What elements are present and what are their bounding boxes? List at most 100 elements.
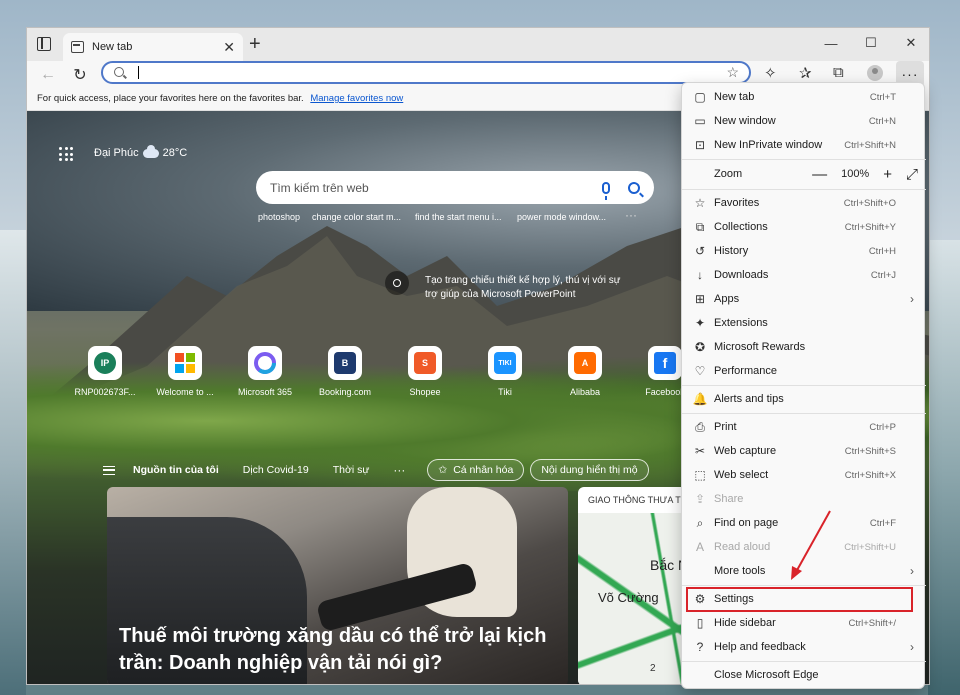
refresh-button[interactable]: ↻ (67, 63, 93, 87)
menu-item-shortcut: Ctrl+H (868, 245, 896, 257)
content-visible-button[interactable]: Nội dung hiển thị mộ (530, 459, 649, 481)
zoom-in-button[interactable]: + (883, 166, 892, 183)
search-submit-icon[interactable] (628, 181, 640, 194)
menu-item-shortcut: Ctrl+Shift+X (844, 469, 896, 481)
menu-item-hide-sidebar[interactable]: ▯ Hide sidebar Ctrl+Shift+/ (682, 611, 926, 635)
booking-icon: B (334, 352, 356, 374)
menu-item-label: New tab (714, 91, 755, 103)
menu-item-new-inprivate-window[interactable]: ⊡ New InPrivate window Ctrl+Shift+N (682, 133, 926, 157)
weather-widget[interactable]: Đại Phúc 28°C (94, 144, 187, 159)
microsoft-365-icon (254, 352, 276, 374)
apps-launcher-icon[interactable] (59, 147, 73, 161)
menu-item-help-and-feedback[interactable]: ? Help and feedback › (682, 635, 926, 659)
promo-text[interactable]: Tạo trang chiếu thiết kế hợp lý, thú vị … (425, 274, 625, 302)
menu-item-downloads[interactable]: ↓ Downloads Ctrl+J (682, 263, 926, 287)
web-search-box[interactable]: Tìm kiếm trên web (256, 171, 654, 204)
quick-link[interactable]: TIKI Tiki (465, 346, 545, 397)
extensions-icon[interactable]: ✧ (764, 64, 777, 82)
menu-item-web-select[interactable]: ⬚ Web select Ctrl+Shift+X (682, 463, 926, 487)
cloud-icon (142, 144, 159, 158)
quick-link[interactable]: A Alibaba (545, 346, 625, 397)
quick-link[interactable]: IP RNP002673F... (65, 346, 145, 397)
personalize-button[interactable]: ✩ Cá nhân hóa (427, 459, 525, 481)
menu-item-label: Downloads (714, 269, 769, 281)
menu-item-performance[interactable]: ♡ Performance (682, 359, 926, 383)
minimize-button[interactable]: — (811, 28, 851, 58)
apps-icon: ⊞ (694, 292, 706, 306)
menu-item-new-window[interactable]: ▭ New window Ctrl+N (682, 109, 926, 133)
tab-new-tab[interactable]: New tab ✕ (63, 33, 243, 61)
maximize-button[interactable]: ☐ (851, 28, 891, 58)
menu-item-label: Hide sidebar (714, 617, 776, 629)
zoom-spacer-icon (692, 166, 708, 182)
quick-link[interactable]: S Shopee (385, 346, 465, 397)
tab-actions-icon[interactable] (37, 37, 51, 51)
newtab-favicon-icon (71, 41, 84, 53)
collections-icon[interactable]: ⧉ (833, 64, 844, 81)
menu-item-extensions[interactable]: ✦ Extensions (682, 311, 926, 335)
manage-favorites-link[interactable]: Manage favorites now (310, 93, 403, 104)
history-icon: ↺ (694, 244, 706, 258)
menu-item-print[interactable]: ⎙ Print Ctrl+P (682, 415, 926, 439)
profile-avatar[interactable] (867, 65, 883, 81)
menu-item-apps[interactable]: ⊞ Apps › (682, 287, 926, 311)
new-window-icon: ▭ (694, 114, 706, 128)
quick-link[interactable]: Welcome to ... (145, 346, 225, 397)
ip-icon: IP (94, 352, 116, 374)
menu-item-label: Performance (714, 365, 777, 377)
news-tab-current-affairs[interactable]: Thời sự (333, 464, 370, 476)
menu-separator (682, 159, 926, 160)
menu-item-close-edge[interactable]: Close Microsoft Edge (682, 663, 926, 687)
menu-item-alerts-and-tips[interactable]: 🔔 Alerts and tips (682, 387, 926, 411)
suggestions-more-button[interactable]: ··· (625, 208, 637, 222)
news-tab-covid[interactable]: Dịch Covid-19 (243, 464, 309, 476)
menu-item-label: New window (714, 115, 776, 127)
personalize-label: Cá nhân hóa (453, 464, 514, 476)
suggestion-2[interactable]: change color start m... (312, 212, 401, 222)
menu-item-shortcut: Ctrl+Shift+S (844, 445, 896, 457)
visual-search-icon[interactable] (385, 271, 409, 295)
quick-link[interactable]: Microsoft 365 (225, 346, 305, 397)
menu-item-label: Web select (714, 469, 769, 481)
quick-link-label: Alibaba (569, 387, 601, 397)
tab-close-icon[interactable]: ✕ (223, 39, 235, 56)
menu-item-label: Apps (714, 293, 740, 305)
find-icon: ⌕ (696, 515, 704, 530)
fullscreen-icon[interactable]: ⤢ (906, 166, 918, 183)
desktop-background-right (928, 240, 960, 695)
favorites-icon[interactable]: ✰ (799, 64, 812, 82)
menu-item-more-tools[interactable]: More tools › (682, 559, 926, 583)
menu-item-web-capture[interactable]: ✂ Web capture Ctrl+Shift+S (682, 439, 926, 463)
menu-item-favorites[interactable]: ☆ Favorites Ctrl+Shift+O (682, 191, 926, 215)
hamburger-menu-icon[interactable] (103, 465, 115, 475)
new-tab-button[interactable]: + (249, 34, 261, 54)
close-window-button[interactable]: ✕ (891, 28, 929, 58)
menu-item-history[interactable]: ↺ History Ctrl+H (682, 239, 926, 263)
suggestion-1[interactable]: photoshop (258, 212, 300, 222)
web-search-placeholder: Tìm kiếm trên web (270, 180, 369, 195)
facebook-icon: f (654, 352, 676, 374)
menu-item-share: ⇪ Share (682, 487, 926, 511)
address-bar[interactable]: ☆ (101, 61, 751, 84)
menu-item-microsoft-rewards[interactable]: ✪ Microsoft Rewards (682, 335, 926, 359)
zoom-out-button[interactable]: — (812, 166, 827, 183)
quick-links: IP RNP002673F... Welcome to ... Microsof… (65, 346, 705, 397)
quick-link[interactable]: B Booking.com (305, 346, 385, 397)
menu-item-label: History (714, 245, 749, 257)
menu-item-collections[interactable]: ⧉ Collections Ctrl+Shift+Y (682, 215, 926, 239)
news-tab-my-feed[interactable]: Nguồn tin của tôi (133, 464, 219, 476)
menu-item-shortcut: Ctrl+Shift+/ (848, 617, 896, 629)
news-more-button[interactable]: ··· (393, 463, 405, 477)
suggestion-3[interactable]: find the start menu i... (415, 212, 502, 222)
add-favorite-icon[interactable]: ☆ (726, 64, 739, 81)
inprivate-icon: ⊡ (694, 138, 706, 152)
menu-item-find-on-page[interactable]: ⌕ Find on page Ctrl+F (682, 511, 926, 535)
address-input[interactable] (143, 64, 703, 82)
suggestion-4[interactable]: power mode window... (517, 212, 606, 222)
news-card-headline[interactable]: Thuế môi trường xăng dầu có thể trở lại … (107, 487, 568, 684)
menu-item-label: Find on page (714, 517, 779, 529)
back-button[interactable]: ← (35, 63, 61, 87)
extensions-icon: ✦ (694, 316, 706, 330)
microphone-icon[interactable] (602, 181, 610, 200)
menu-item-new-tab[interactable]: ▢ New tab Ctrl+T (682, 85, 926, 109)
